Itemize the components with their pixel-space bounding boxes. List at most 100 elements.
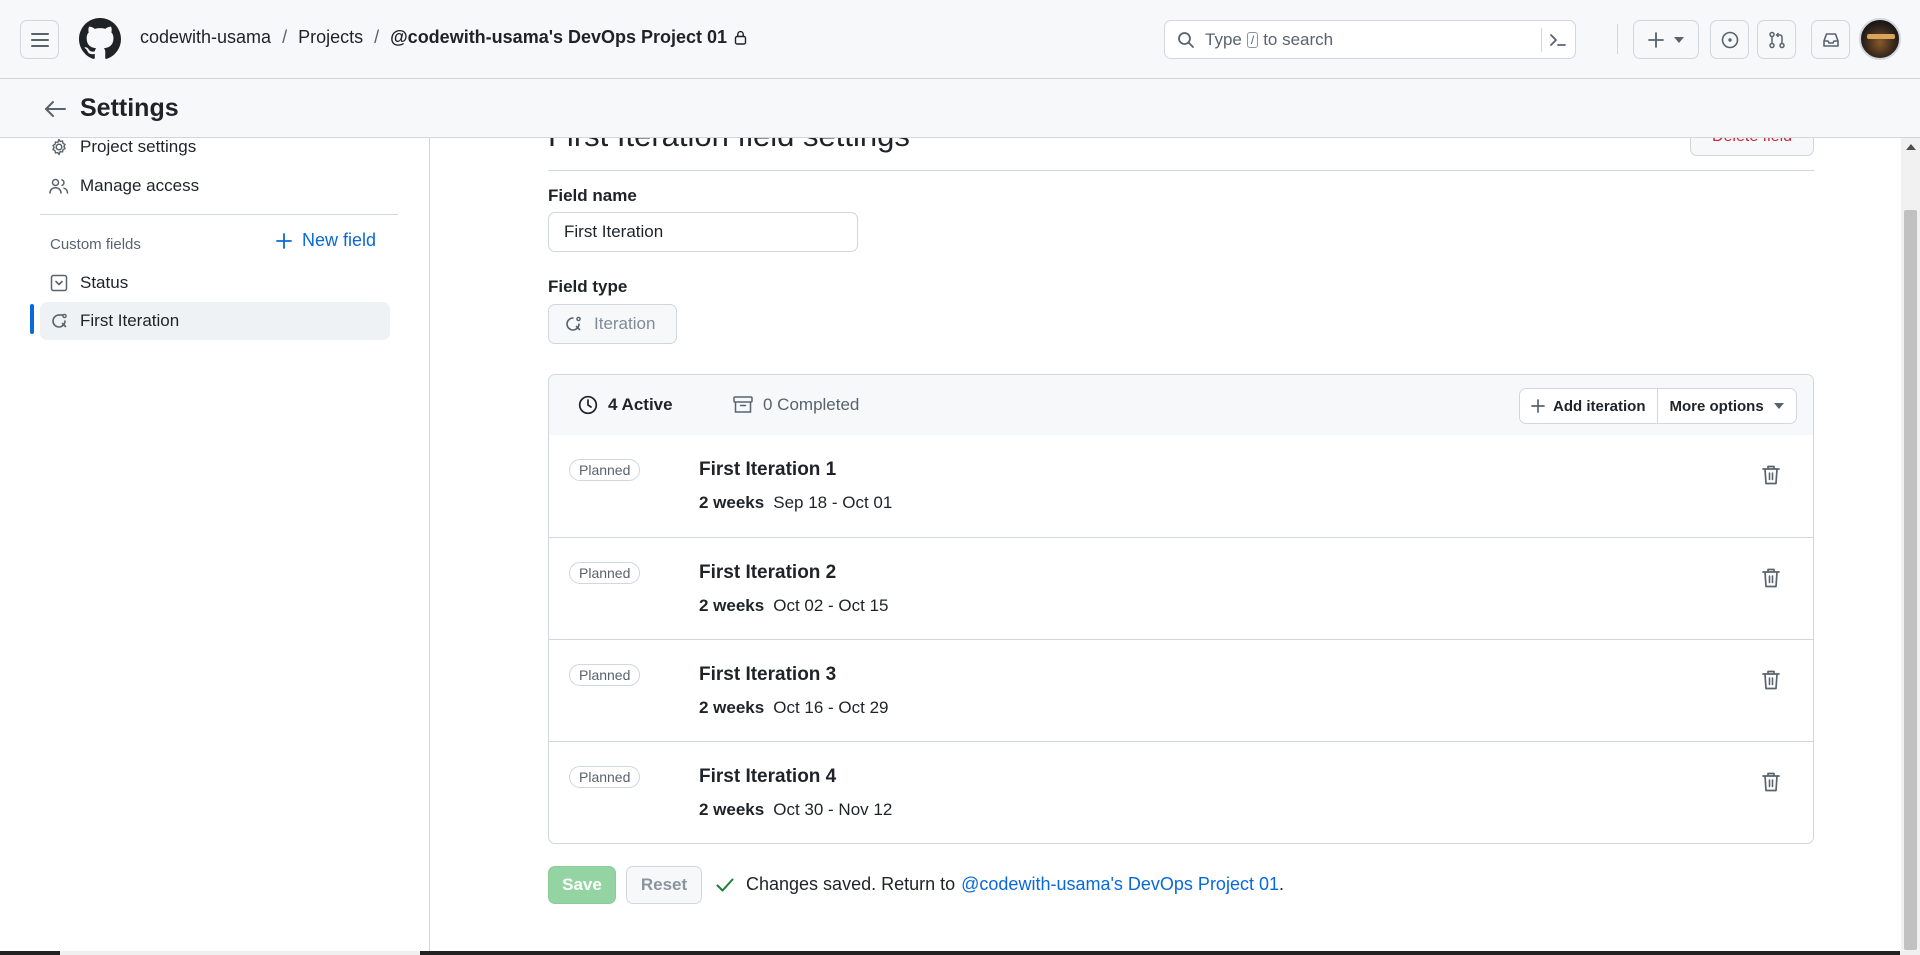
- header-divider: [1617, 24, 1618, 54]
- iteration-meta: 2 weeks Oct 02 - Oct 15: [699, 596, 889, 616]
- reset-button[interactable]: Reset: [626, 866, 702, 904]
- breadcrumb-projects[interactable]: Projects: [298, 27, 363, 48]
- status-badge: Planned: [569, 562, 641, 584]
- add-iteration-button[interactable]: Add iteration: [1519, 388, 1658, 424]
- tab-completed[interactable]: 0 Completed: [733, 395, 859, 415]
- command-palette-icon[interactable]: [1541, 28, 1567, 52]
- scroll-up-arrow-icon[interactable]: [1906, 144, 1916, 150]
- iteration-duration: 2 weeks: [699, 596, 765, 615]
- field-name-input[interactable]: First Iteration: [548, 212, 858, 252]
- breadcrumb-separator: /: [374, 27, 380, 47]
- sidebar-item-first-iteration[interactable]: First Iteration: [40, 302, 390, 340]
- caret-down-icon: [1674, 36, 1684, 43]
- issues-button[interactable]: [1710, 20, 1749, 59]
- new-field-label: New field: [302, 230, 377, 250]
- iterations-icon: [49, 311, 69, 331]
- check-icon: [716, 878, 734, 892]
- back-arrow-icon[interactable]: [42, 96, 68, 122]
- iteration-row: Planned First Iteration 3 2 weeks Oct 16 …: [549, 639, 1813, 741]
- trash-icon[interactable]: [1761, 669, 1781, 691]
- sidebar-item-label: Manage access: [80, 176, 200, 195]
- field-type-button: Iteration: [548, 304, 677, 344]
- new-field-button[interactable]: New field: [276, 230, 376, 251]
- inbox-icon: [1822, 32, 1840, 48]
- github-logo-icon[interactable]: [79, 18, 121, 60]
- single-select-icon: [49, 273, 69, 293]
- plus-icon: [1531, 399, 1545, 413]
- search-placeholder-suffix: to search: [1263, 29, 1334, 49]
- status-badge: Planned: [569, 664, 641, 686]
- save-status-message: Changes saved. Return to @codewith-usama…: [716, 874, 1284, 895]
- archive-icon: [733, 396, 753, 414]
- iteration-dates[interactable]: Sep 18 - Oct 01: [773, 493, 892, 512]
- iteration-duration: 2 weeks: [699, 698, 765, 717]
- scrollbar-thumb[interactable]: [1904, 210, 1917, 950]
- status-badge: Planned: [569, 766, 641, 788]
- global-header: codewith-usama / Projects / @codewith-us…: [0, 0, 1920, 79]
- breadcrumb-owner[interactable]: codewith-usama: [140, 27, 271, 48]
- scrollbar[interactable]: [1901, 138, 1920, 955]
- sidebar-item-project-settings[interactable]: Project settings: [40, 128, 390, 166]
- iteration-dates[interactable]: Oct 02 - Oct 15: [773, 596, 888, 615]
- people-icon: [49, 176, 69, 196]
- search-shortcut-key: /: [1246, 31, 1259, 48]
- iteration-dates[interactable]: Oct 16 - Oct 29: [773, 698, 888, 717]
- iteration-dates[interactable]: Oct 30 - Nov 12: [773, 800, 892, 819]
- iteration-row: Planned First Iteration 2 2 weeks Oct 02 …: [549, 537, 1813, 639]
- lock-icon: [734, 30, 747, 45]
- page-title: Settings: [80, 94, 179, 122]
- plus-icon: [276, 232, 292, 249]
- search-placeholder: Type / to search: [1205, 30, 1333, 50]
- pull-requests-button[interactable]: [1757, 20, 1796, 59]
- tab-completed-label: 0 Completed: [763, 395, 860, 414]
- sidebar-item-manage-access[interactable]: Manage access: [40, 167, 390, 205]
- more-options-button[interactable]: More options: [1657, 388, 1797, 424]
- add-iteration-label: Add iteration: [1553, 397, 1646, 415]
- iteration-name[interactable]: First Iteration 3: [699, 664, 836, 686]
- settings-sidebar: Project settings Manage access Custom fi…: [0, 137, 430, 955]
- create-new-button[interactable]: [1633, 20, 1699, 59]
- trash-icon[interactable]: [1761, 464, 1781, 486]
- caret-down-icon: [1773, 403, 1784, 409]
- iterations-icon: [564, 315, 582, 333]
- active-indicator: [30, 304, 34, 334]
- search-input[interactable]: Type / to search: [1164, 20, 1576, 59]
- issue-opened-icon: [1721, 31, 1739, 49]
- status-period: .: [1278, 874, 1284, 894]
- sidebar-item-status[interactable]: Status: [40, 264, 390, 302]
- clock-icon: [578, 395, 598, 415]
- trash-icon[interactable]: [1761, 771, 1781, 793]
- trash-icon[interactable]: [1761, 567, 1781, 589]
- more-options-label: More options: [1669, 397, 1764, 415]
- sidebar-item-label: First Iteration: [80, 311, 180, 330]
- menu-button[interactable]: [20, 20, 59, 59]
- save-button[interactable]: Save: [548, 866, 616, 904]
- search-icon: [1177, 31, 1195, 49]
- bottom-edge-segment: [420, 951, 1900, 955]
- iteration-name[interactable]: First Iteration 4: [699, 766, 836, 788]
- sidebar-item-label: Project settings: [80, 137, 197, 156]
- iteration-duration: 2 weeks: [699, 800, 765, 819]
- search-placeholder-prefix: Type: [1205, 29, 1242, 49]
- user-avatar[interactable]: [1859, 18, 1901, 60]
- sidebar-divider: [40, 214, 398, 215]
- iteration-meta: 2 weeks Sep 18 - Oct 01: [699, 493, 892, 513]
- status-text: Changes saved. Return to: [746, 874, 956, 894]
- settings-header-overlap: [431, 79, 1901, 138]
- tab-active[interactable]: 4 Active: [578, 395, 673, 415]
- return-to-project-link[interactable]: @codewith-usama's DevOps Project 01: [961, 874, 1279, 895]
- custom-fields-heading: Custom fields: [50, 236, 141, 253]
- iteration-name[interactable]: First Iteration 2: [699, 562, 836, 584]
- window-bottom-edge: [0, 951, 1920, 955]
- breadcrumb-project[interactable]: @codewith-usama's DevOps Project 01: [390, 27, 727, 48]
- breadcrumb-separator: /: [282, 27, 288, 47]
- iteration-row: Planned First Iteration 1 2 weeks Sep 18 …: [549, 435, 1813, 537]
- status-badge: Planned: [569, 459, 641, 481]
- iteration-row: Planned First Iteration 4 2 weeks Oct 30 …: [549, 741, 1813, 843]
- iteration-duration: 2 weeks: [699, 493, 765, 512]
- plus-icon: [1648, 31, 1664, 48]
- inbox-button[interactable]: [1811, 20, 1850, 59]
- iteration-name[interactable]: First Iteration 1: [699, 459, 836, 481]
- title-divider: [548, 170, 1814, 171]
- iteration-meta: 2 weeks Oct 16 - Oct 29: [699, 698, 889, 718]
